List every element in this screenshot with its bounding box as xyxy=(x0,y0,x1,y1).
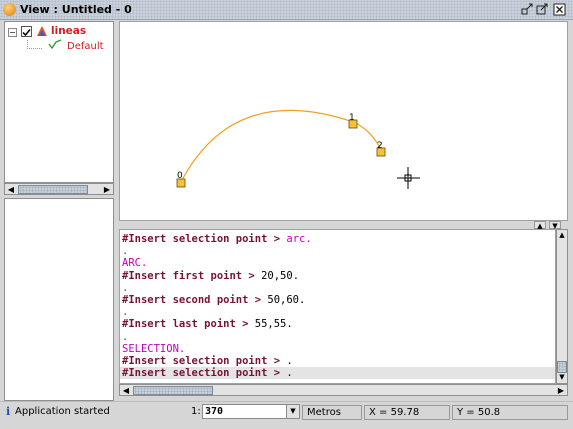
console-value: ARC. xyxy=(122,257,148,270)
info-icon: i xyxy=(6,405,11,418)
scale-combobox[interactable]: 370 ▼ xyxy=(202,404,300,419)
console-line: ARC. xyxy=(122,257,147,269)
console-horizontal-scrollbar[interactable]: ◀ ▶ xyxy=(119,384,568,396)
layer-type-icon xyxy=(36,25,48,37)
crosshair-cursor-icon xyxy=(397,167,420,189)
console-line: #Insert last point > 55,55. xyxy=(122,318,293,330)
toc-horizontal-scrollbar[interactable]: ◀ ▶ xyxy=(4,183,114,195)
console-value: 50,60. xyxy=(261,294,306,306)
map-canvas[interactable]: 0 1 2 xyxy=(119,21,568,221)
status-message: Application started xyxy=(15,406,110,417)
console-line: . xyxy=(122,282,128,294)
console-line: #Insert selection point > . xyxy=(120,367,555,380)
console-line: . xyxy=(122,331,128,343)
console-value: . xyxy=(280,355,293,367)
tree-connector xyxy=(27,40,42,49)
minimize-icon[interactable] xyxy=(521,3,534,16)
maximize-icon[interactable] xyxy=(536,3,549,16)
units-field: Metros xyxy=(302,405,362,420)
console-line: #Insert first point > 20,50. xyxy=(122,270,299,282)
console-prompt: #Insert selection point > xyxy=(122,355,281,367)
scroll-thumb[interactable] xyxy=(133,386,213,395)
point-label-1: 1 xyxy=(349,113,355,123)
console-prompt: #Insert first point > xyxy=(122,269,255,282)
line-symbol-icon xyxy=(48,39,62,50)
y-coordinate-field: Y = 50.8 xyxy=(452,405,568,420)
layer-visibility-checkbox[interactable] xyxy=(21,26,32,37)
expand-up-icon[interactable]: ▲ xyxy=(534,221,546,230)
console-value: . xyxy=(280,367,293,380)
console-line: #Insert selection point > arc. xyxy=(122,233,312,245)
console-line: . xyxy=(122,245,128,257)
collapse-down-icon[interactable]: ▼ xyxy=(549,221,561,230)
scroll-up-icon[interactable]: ▲ xyxy=(557,230,567,241)
scroll-right-icon[interactable]: ▶ xyxy=(555,385,567,396)
console-line: #Insert selection point > . xyxy=(122,355,293,367)
console-value: . xyxy=(122,330,129,343)
console-prompt: #Insert selection point > xyxy=(122,367,281,380)
scroll-left-icon[interactable]: ◀ xyxy=(120,385,132,396)
console-line: SELECTION. xyxy=(122,343,185,355)
split-divider[interactable]: ▲ ▼ xyxy=(119,221,568,230)
console-value: . xyxy=(122,306,129,319)
console-value: SELECTION. xyxy=(122,342,186,355)
window-title: View : Untitled - 0 xyxy=(20,3,132,16)
point-label-2: 2 xyxy=(377,141,383,151)
layer-name[interactable]: lineas xyxy=(51,25,86,37)
chevron-down-icon[interactable]: ▼ xyxy=(286,405,299,418)
scroll-thumb[interactable] xyxy=(18,185,88,194)
x-coordinate-field: X = 59.78 xyxy=(364,405,450,420)
command-console[interactable]: #Insert selection point > arc.. ARC. #Inse… xyxy=(119,229,556,384)
console-value: arc. xyxy=(280,233,312,245)
layer-toc-panel: − lineas Default xyxy=(4,21,114,183)
console-value: . xyxy=(122,281,129,294)
point-label-0: 0 xyxy=(177,171,183,181)
console-line: #Insert second point > 50,60. xyxy=(122,294,305,306)
locator-map-panel[interactable] xyxy=(4,198,114,401)
console-prompt: #Insert selection point > xyxy=(122,233,281,245)
console-value: 20,50. xyxy=(254,269,300,282)
console-vertical-scrollbar[interactable]: ▲ ▼ xyxy=(556,229,568,384)
map-drawing: 0 1 2 xyxy=(176,109,420,189)
scale-value: 370 xyxy=(205,406,224,417)
scroll-left-icon[interactable]: ◀ xyxy=(5,184,17,195)
console-prompt: #Insert last point > xyxy=(122,318,249,331)
app-icon xyxy=(3,3,16,16)
legend-label: Default xyxy=(67,41,104,52)
console-line: . xyxy=(122,306,128,318)
console-prompt: #Insert second point > xyxy=(122,294,262,306)
tree-collapse-icon[interactable]: − xyxy=(8,28,17,37)
scroll-right-icon[interactable]: ▶ xyxy=(101,184,113,195)
scale-prefix: 1: xyxy=(191,406,201,417)
console-value: . xyxy=(122,245,129,258)
console-value: 55,55. xyxy=(248,318,293,331)
scroll-down-icon[interactable]: ▼ xyxy=(557,372,567,383)
close-icon[interactable] xyxy=(553,3,566,16)
